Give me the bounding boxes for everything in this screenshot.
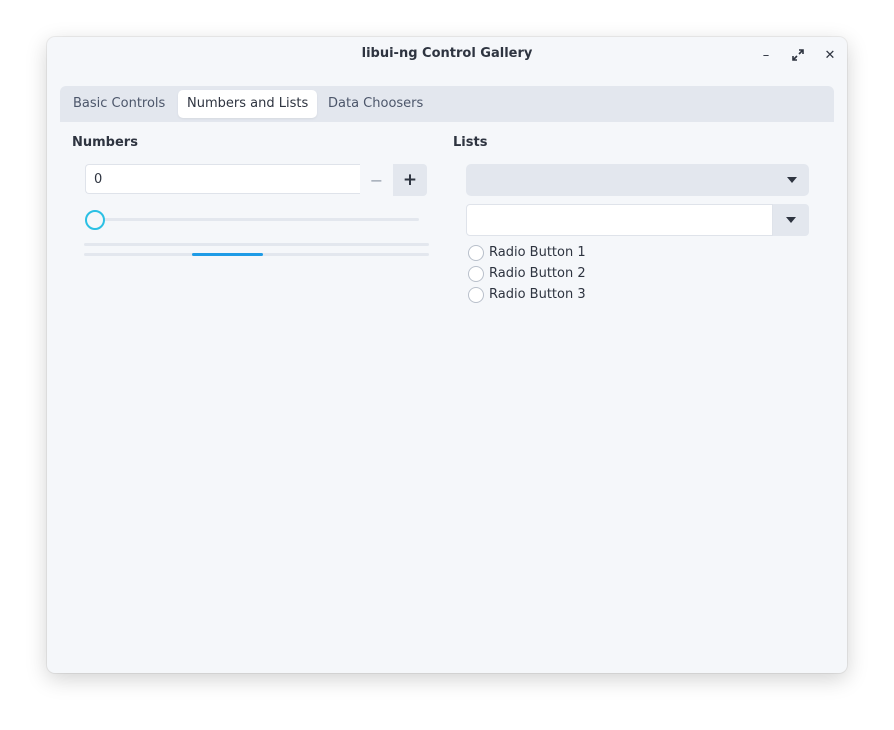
radio-label: Radio Button 3 — [489, 287, 586, 302]
increment-button[interactable]: + — [393, 164, 427, 196]
radio-label: Radio Button 1 — [489, 245, 586, 260]
tab-data-choosers[interactable]: Data Choosers — [319, 90, 432, 118]
title-bar[interactable]: libui-ng Control Gallery – ✕ — [47, 37, 847, 73]
radio-circle[interactable] — [468, 245, 484, 261]
maximize-glyph — [792, 49, 804, 61]
plus-icon: + — [402, 170, 418, 190]
close-icon[interactable]: ✕ — [820, 45, 840, 65]
decrement-button[interactable]: − — [360, 164, 393, 196]
window-title: libui-ng Control Gallery — [361, 46, 533, 61]
lists-heading: Lists — [453, 135, 488, 150]
tab-numbers-and-lists[interactable]: Numbers and Lists — [178, 90, 318, 118]
minus-icon: − — [369, 170, 384, 190]
numbers-heading: Numbers — [72, 135, 138, 150]
number-spinbox: 0 − + — [85, 164, 428, 196]
progress-bar-determinate — [84, 243, 429, 246]
app-window: libui-ng Control Gallery – ✕ Basic Contr… — [47, 37, 847, 673]
spinbox-input[interactable]: 0 — [85, 164, 360, 194]
combobox[interactable] — [466, 164, 809, 196]
tab-basic-controls[interactable]: Basic Controls — [64, 90, 174, 118]
maximize-icon[interactable] — [788, 45, 808, 65]
editable-combobox-input[interactable] — [466, 204, 773, 236]
progress-bar-indeterminate — [84, 253, 429, 256]
radio-circle[interactable] — [468, 266, 484, 282]
radio-circle[interactable] — [468, 287, 484, 303]
chevron-down-icon — [786, 217, 796, 223]
minimize-icon[interactable]: – — [756, 45, 776, 65]
editable-combobox — [466, 204, 809, 236]
number-slider[interactable] — [85, 210, 419, 230]
tab-bar: Basic Controls Numbers and Lists Data Ch… — [60, 86, 834, 122]
editable-combobox-dropdown-button[interactable] — [773, 204, 809, 236]
slider-knob[interactable] — [85, 210, 105, 230]
chevron-down-icon — [787, 177, 797, 183]
progress-indeterminate-fill — [192, 253, 263, 256]
slider-track[interactable] — [95, 218, 419, 221]
radio-label: Radio Button 2 — [489, 266, 586, 281]
